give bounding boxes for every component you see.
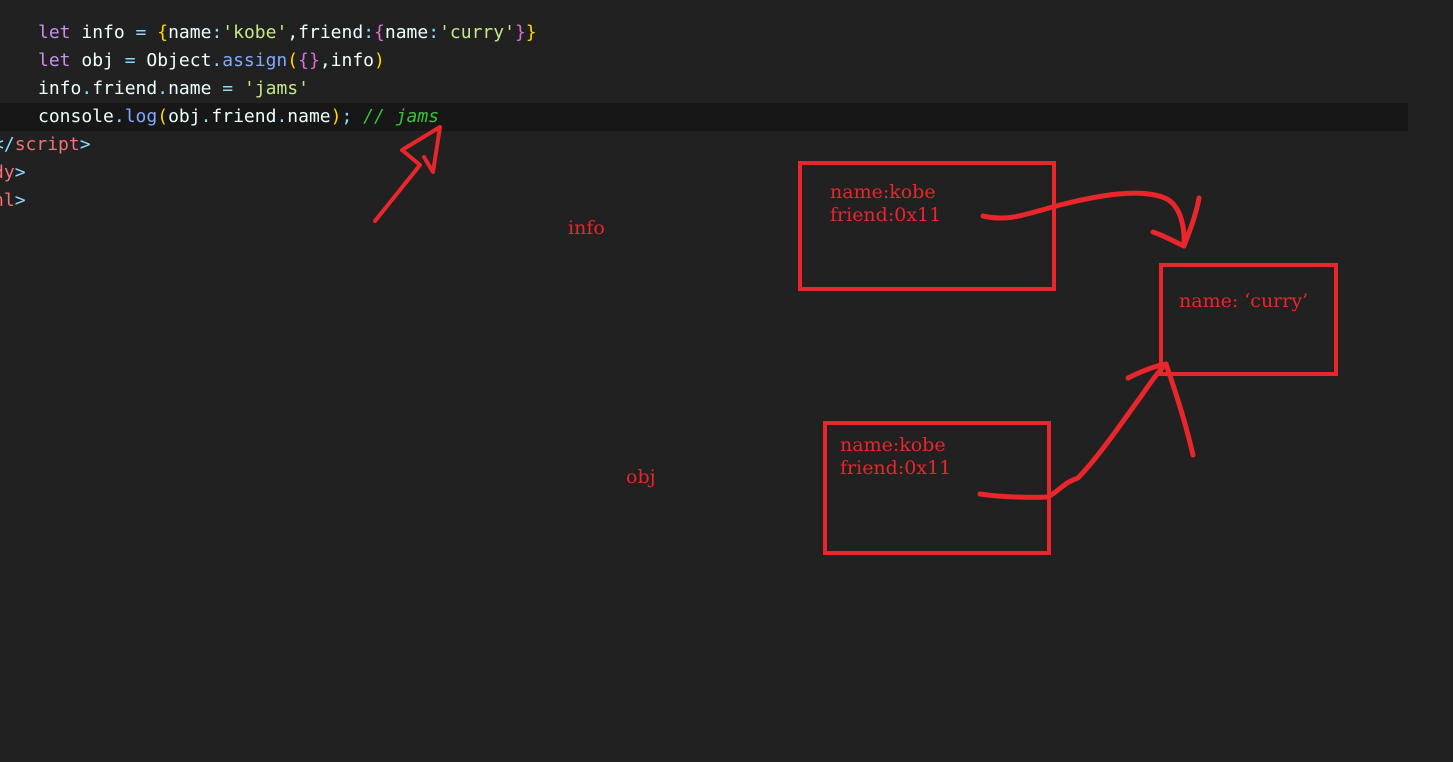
obj-box-friend: friend:0x11 xyxy=(840,457,951,479)
annotation-layer: info obj name:kobe friend:0x11 name: ‘cu… xyxy=(373,125,1338,555)
friend-box-name: name: ‘curry’ xyxy=(1179,290,1308,312)
info-reference-arrow xyxy=(980,190,1202,249)
obj-reference-arrow xyxy=(977,361,1196,500)
info-box-friend: friend:0x11 xyxy=(830,204,941,226)
friend-object-box: name: ‘curry’ xyxy=(1159,263,1338,376)
info-box-name: name:kobe xyxy=(830,181,936,203)
info-label: info xyxy=(568,217,605,239)
info-object-box: name:kobe friend:0x11 xyxy=(798,161,1056,291)
obj-box-name: name:kobe xyxy=(840,434,946,456)
obj-label: obj xyxy=(626,466,656,488)
pointer-arrow xyxy=(373,125,442,223)
obj-object-box: name:kobe friend:0x11 xyxy=(823,421,1051,555)
editor-screenshot: let info = {name:'kobe',friend:{name:'cu… xyxy=(0,0,1453,762)
